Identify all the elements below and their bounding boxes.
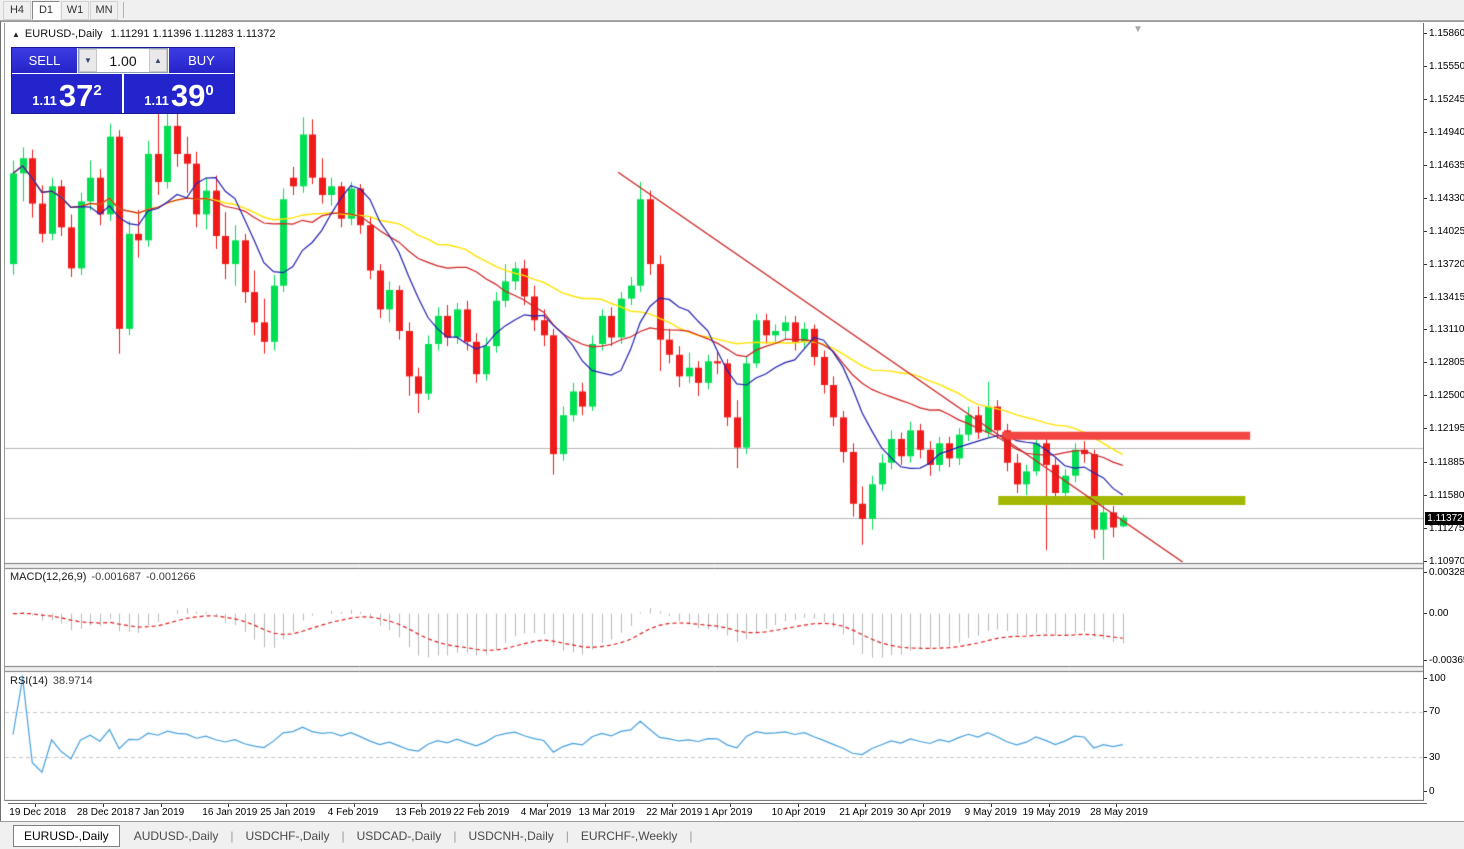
rsi-axis-tick: 0 bbox=[1424, 786, 1435, 796]
macd-axis-tick: -0.003659 bbox=[1424, 655, 1464, 665]
time-axis-label: 9 May 2019 bbox=[965, 807, 1017, 818]
macd-axis-tick: 0.003287 bbox=[1424, 567, 1464, 577]
timeframe-toolbar: H4D1W1MN bbox=[0, 0, 1464, 21]
price-axis-tick: 1.12195 bbox=[1424, 424, 1464, 434]
time-axis-label: 4 Feb 2019 bbox=[328, 807, 379, 818]
chart-tab-bar: EURUSD-,DailyAUDUSD-,Daily|USDCHF-,Daily… bbox=[0, 821, 1464, 849]
chart-title: ▲ EURUSD-,Daily 1.11291 1.11396 1.11283 … bbox=[12, 28, 276, 40]
time-axis-label: 22 Mar 2019 bbox=[646, 807, 702, 818]
rsi-axis-tick: 100 bbox=[1424, 673, 1446, 683]
macd-indicator-label: MACD(12,26,9)-0.001687-0.001266 bbox=[10, 571, 196, 583]
tab-separator: | bbox=[453, 829, 456, 843]
price-axis-tick: 1.14635 bbox=[1424, 160, 1464, 170]
volume-stepper: ▼ ▲ bbox=[78, 48, 168, 73]
bid-price-pip: 2 bbox=[93, 82, 101, 99]
ask-price-pip: 0 bbox=[205, 82, 213, 99]
timeframe-button-w1[interactable]: W1 bbox=[61, 1, 89, 20]
price-chart-canvas[interactable] bbox=[5, 23, 1424, 801]
one-click-trading-panel: SELL ▼ ▲ BUY 1.11 37 2 1.11 bbox=[11, 47, 235, 114]
volume-input[interactable] bbox=[97, 49, 149, 72]
time-axis-label: 28 Dec 2018 bbox=[77, 807, 134, 818]
time-axis-label: 19 May 2019 bbox=[1023, 807, 1081, 818]
price-axis-tick: 1.15245 bbox=[1424, 94, 1464, 104]
time-axis-label: 7 Jan 2019 bbox=[135, 807, 185, 818]
sell-button[interactable]: SELL bbox=[12, 48, 77, 73]
time-axis-label: 19 Dec 2018 bbox=[9, 807, 66, 818]
time-axis-label: 28 May 2019 bbox=[1090, 807, 1148, 818]
timeframe-button-mn[interactable]: MN bbox=[90, 1, 118, 20]
time-axis[interactable]: 19 Dec 2018 28 Dec 20187 Jan 2019 16 Jan 2… bbox=[8, 803, 1427, 822]
chart-tab-eurusd[interactable]: EURUSD-,Daily bbox=[13, 825, 120, 847]
ask-price-panel[interactable]: 1.11 39 0 bbox=[124, 74, 234, 113]
price-axis-tick: 1.13415 bbox=[1424, 292, 1464, 302]
volume-increase-icon[interactable]: ▲ bbox=[149, 49, 167, 72]
rsi-indicator-label: RSI(14)38.9714 bbox=[10, 675, 93, 687]
time-axis-label: 22 Feb 2019 bbox=[453, 807, 509, 818]
volume-decrease-icon[interactable]: ▼ bbox=[79, 49, 97, 72]
tab-separator: | bbox=[230, 829, 233, 843]
rsi-axis-tick: 70 bbox=[1424, 707, 1440, 717]
time-axis-label: 4 Mar 2019 bbox=[521, 807, 572, 818]
time-axis-label: 16 Jan 2019 bbox=[202, 807, 257, 818]
collapse-pane-icon[interactable]: ▲ bbox=[12, 30, 20, 39]
bid-price-prefix: 1.11 bbox=[32, 93, 57, 108]
price-axis-tick: 1.13720 bbox=[1424, 259, 1464, 269]
price-axis-tick: 1.15860 bbox=[1424, 28, 1464, 38]
price-axis-tick: 1.14940 bbox=[1424, 127, 1464, 137]
price-axis-tick: 1.10970 bbox=[1424, 556, 1464, 566]
trading-terminal: H4D1W1MN ▲ EURUSD-,Daily 1.11291 1.11396… bbox=[0, 0, 1464, 849]
tab-separator: | bbox=[566, 829, 569, 843]
plot-region: ▲ EURUSD-,Daily 1.11291 1.11396 1.11283 … bbox=[4, 23, 1424, 801]
price-axis-tick: 1.12805 bbox=[1424, 358, 1464, 368]
ask-price-main: 39 bbox=[171, 81, 205, 111]
price-axis-tick: 1.14330 bbox=[1424, 193, 1464, 203]
bid-price-panel[interactable]: 1.11 37 2 bbox=[12, 74, 122, 113]
buy-button[interactable]: BUY bbox=[169, 48, 234, 73]
time-axis-label: 25 Jan 2019 bbox=[260, 807, 315, 818]
chart-tab-eurchf[interactable]: EURCHF-,Weekly bbox=[571, 826, 687, 846]
symbol-period-label: EURUSD-,Daily bbox=[25, 28, 103, 40]
time-axis-label: 13 Feb 2019 bbox=[395, 807, 451, 818]
current-price-badge: 1.11372 bbox=[1425, 512, 1464, 525]
price-axis-tick: 1.14025 bbox=[1424, 226, 1464, 236]
price-axis-tick: 1.13110 bbox=[1424, 325, 1464, 335]
price-axis-tick: 1.11580 bbox=[1424, 490, 1464, 500]
tab-separator: | bbox=[689, 829, 692, 843]
ask-price-prefix: 1.11 bbox=[144, 93, 169, 108]
chart-window: ▲ EURUSD-,Daily 1.11291 1.11396 1.11283 … bbox=[0, 21, 1464, 821]
macd-value-1: -0.001687 bbox=[91, 571, 141, 583]
chart-tab-usdcnh[interactable]: USDCNH-,Daily bbox=[458, 826, 563, 846]
price-axis[interactable]: 1.11372 1.15860 1.15550 1.15245 1.14940 1.14… bbox=[1423, 23, 1464, 801]
chart-tab-usdchf[interactable]: USDCHF-,Daily bbox=[236, 826, 340, 846]
time-axis-label: 21 Apr 2019 bbox=[839, 807, 893, 818]
ohlc-values: 1.11291 1.11396 1.11283 1.11372 bbox=[111, 28, 276, 40]
time-axis-label: 13 Mar 2019 bbox=[579, 807, 635, 818]
time-axis-label: 1 Apr 2019 bbox=[704, 807, 752, 818]
time-axis-label: 10 Apr 2019 bbox=[772, 807, 826, 818]
time-axis-label: 30 Apr 2019 bbox=[897, 807, 951, 818]
price-axis-tick: 1.11885 bbox=[1424, 457, 1464, 467]
toolbar-separator bbox=[123, 2, 124, 18]
price-axis-tick: 1.12500 bbox=[1424, 391, 1464, 401]
chart-tab-audusd[interactable]: AUDUSD-,Daily bbox=[124, 826, 229, 846]
timeframe-button-h4[interactable]: H4 bbox=[3, 1, 31, 20]
chart-tab-usdcad[interactable]: USDCAD-,Daily bbox=[347, 826, 452, 846]
bid-price-main: 37 bbox=[59, 81, 93, 111]
macd-axis-tick: 0.00 bbox=[1424, 609, 1448, 619]
price-axis-tick: 1.15550 bbox=[1424, 61, 1464, 71]
rsi-axis-tick: 30 bbox=[1424, 752, 1440, 762]
timeframe-button-d1[interactable]: D1 bbox=[32, 1, 60, 20]
tab-separator: | bbox=[342, 829, 345, 843]
rsi-value: 38.9714 bbox=[53, 675, 93, 687]
macd-value-2: -0.001266 bbox=[146, 571, 196, 583]
chart-shift-marker-icon[interactable]: ▼ bbox=[1133, 24, 1143, 35]
